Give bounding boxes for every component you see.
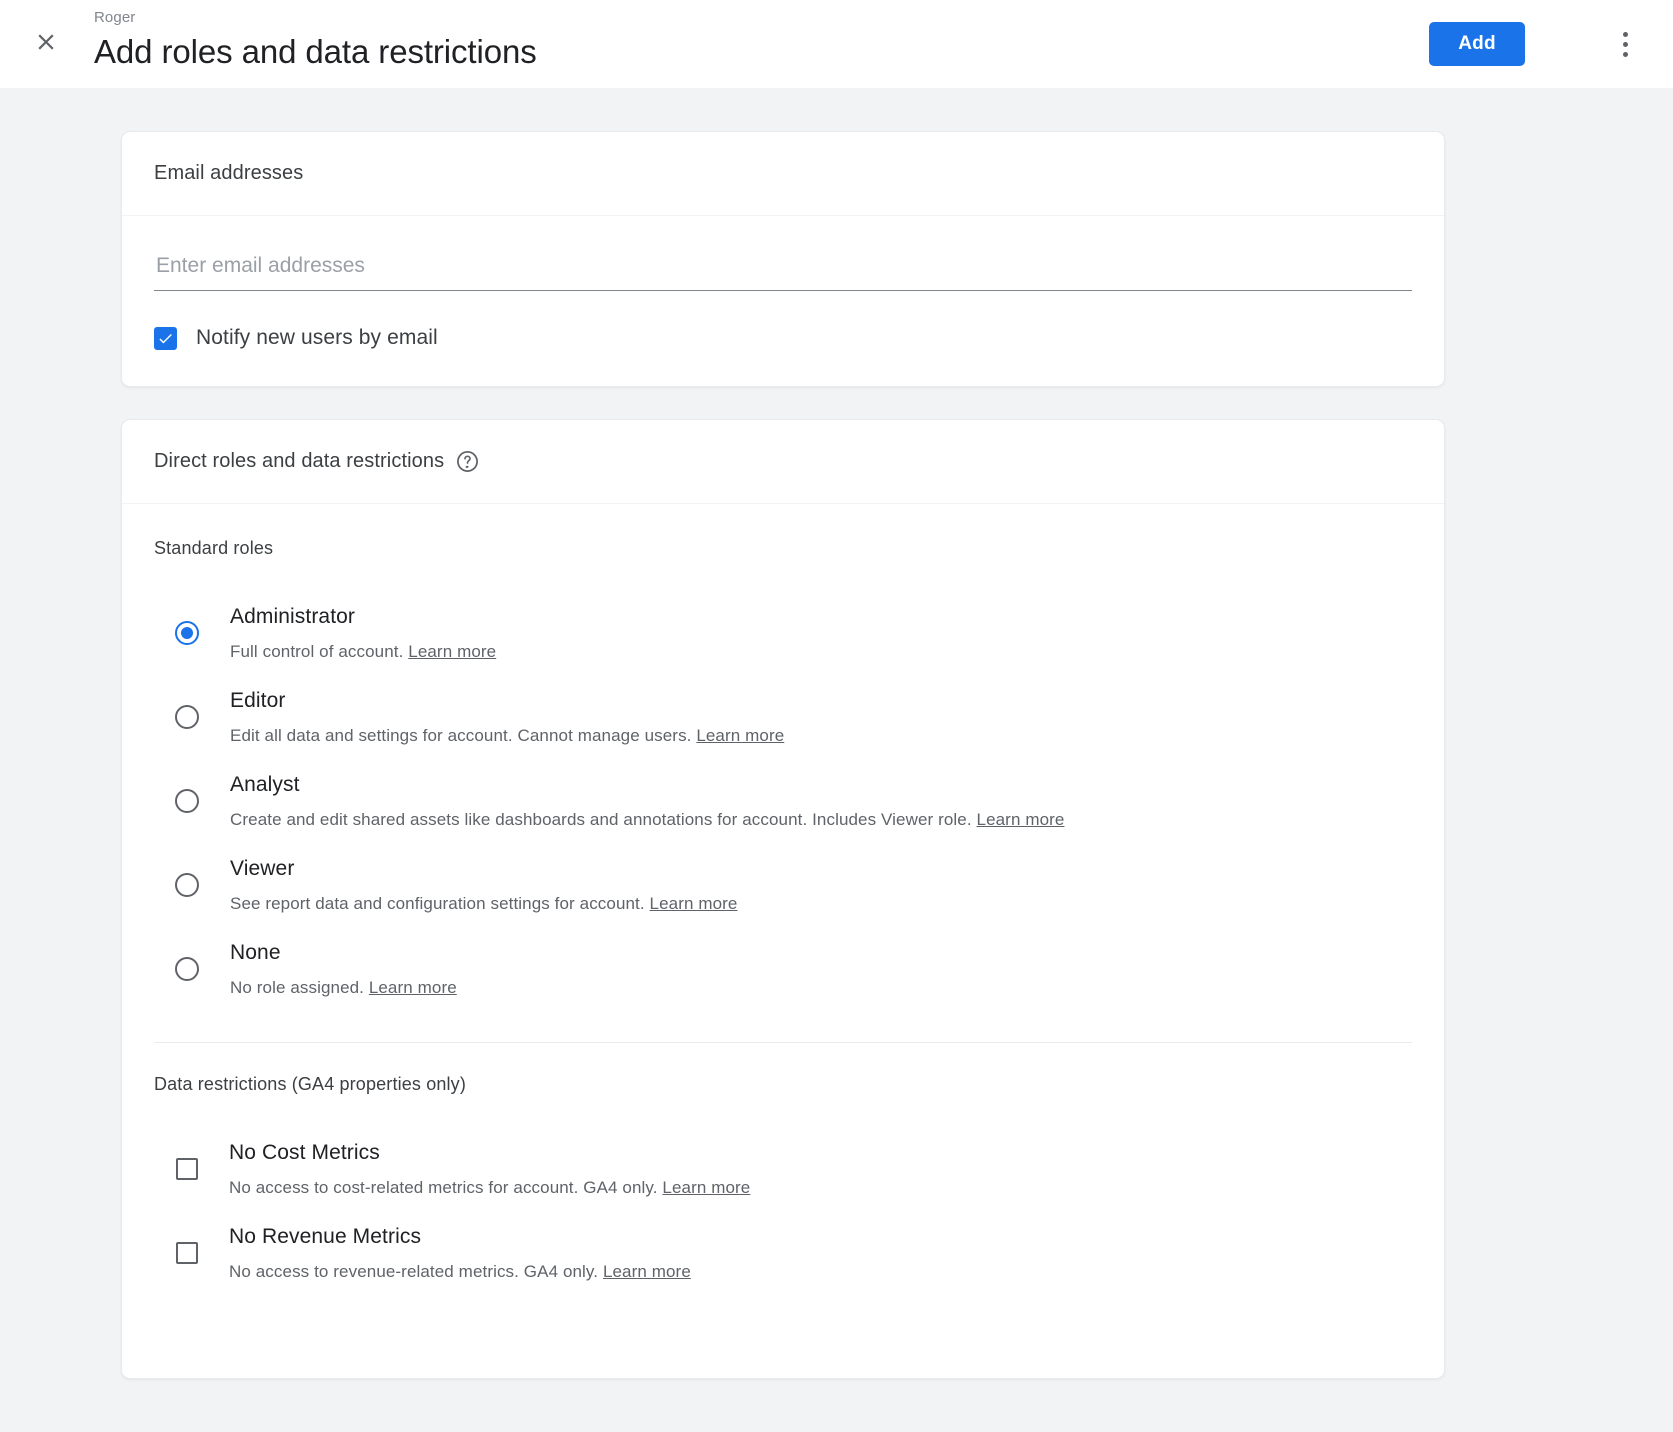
checkbox-no-cost-metrics[interactable] xyxy=(176,1158,198,1180)
learn-more-link[interactable]: Learn more xyxy=(603,1262,691,1281)
title-block: Roger Add roles and data restrictions xyxy=(94,8,537,73)
learn-more-link[interactable]: Learn more xyxy=(650,894,738,913)
roles-card-title: Direct roles and data restrictions xyxy=(154,450,445,472)
more-vert-icon xyxy=(1622,51,1628,57)
role-option-analyst[interactable]: Analyst Create and edit shared assets li… xyxy=(154,759,1412,843)
role-description: See report data and configuration settin… xyxy=(230,893,737,915)
data-restrictions-section: Data restrictions (GA4 properties only) … xyxy=(154,1074,1412,1295)
help-circle-icon[interactable] xyxy=(455,449,480,474)
standard-roles-label: Standard roles xyxy=(154,538,274,558)
notify-new-users-checkbox[interactable] xyxy=(154,326,177,350)
direct-roles-card: Direct roles and data restrictions Stand… xyxy=(121,419,1445,1379)
check-icon xyxy=(159,333,172,343)
restriction-title: No Cost Metrics xyxy=(229,1140,380,1164)
data-restrictions-label: Data restrictions (GA4 properties only) xyxy=(154,1074,466,1094)
close-button[interactable] xyxy=(24,20,68,64)
close-icon xyxy=(33,29,59,55)
role-option-administrator[interactable]: Administrator Full control of account. L… xyxy=(154,591,1412,675)
restriction-text-no-revenue-metrics: No Revenue Metrics No access to revenue-… xyxy=(229,1224,691,1283)
role-description: Full control of account. Learn more xyxy=(230,641,496,663)
role-description: Edit all data and settings for account. … xyxy=(230,725,784,747)
email-addresses-card: Email addresses Notify new users by emai… xyxy=(121,131,1445,387)
restriction-desc-text: No access to revenue-related metrics. GA… xyxy=(229,1261,599,1281)
restriction-description: No access to revenue-related metrics. GA… xyxy=(229,1261,691,1283)
role-desc-text: Edit all data and settings for account. … xyxy=(230,725,692,745)
radio-editor[interactable] xyxy=(175,705,199,729)
roles-card-body: Standard roles Administrator Full contro… xyxy=(122,504,1444,1295)
email-card-header: Email addresses xyxy=(122,132,1444,216)
radio-administrator[interactable] xyxy=(175,621,199,645)
restriction-option-no-revenue-metrics[interactable]: No Revenue Metrics No access to revenue-… xyxy=(154,1211,1412,1295)
role-title: Editor xyxy=(230,688,286,712)
add-roles-dialog: Roger Add roles and data restrictions Ad… xyxy=(0,0,1673,1432)
role-text-viewer: Viewer See report data and configuration… xyxy=(230,856,737,915)
role-option-none[interactable]: None No role assigned. Learn more xyxy=(154,927,1412,1011)
more-vert-icon xyxy=(1622,41,1628,47)
checkbox-no-revenue-metrics[interactable] xyxy=(176,1242,198,1264)
learn-more-link[interactable]: Learn more xyxy=(369,978,457,997)
restriction-title: No Revenue Metrics xyxy=(229,1224,422,1248)
learn-more-link[interactable]: Learn more xyxy=(696,726,784,745)
role-text-administrator: Administrator Full control of account. L… xyxy=(230,604,496,663)
email-card-body: Notify new users by email xyxy=(122,216,1444,350)
more-vert-icon xyxy=(1622,31,1628,37)
notify-new-users-label[interactable]: Notify new users by email xyxy=(196,326,438,350)
add-button[interactable]: Add xyxy=(1429,22,1525,66)
email-card-title: Email addresses xyxy=(154,162,304,184)
notify-new-users-row[interactable]: Notify new users by email xyxy=(154,326,1412,350)
learn-more-link[interactable]: Learn more xyxy=(662,1178,750,1197)
restriction-text-no-cost-metrics: No Cost Metrics No access to cost-relate… xyxy=(229,1140,750,1199)
restriction-desc-text: No access to cost-related metrics for ac… xyxy=(229,1177,658,1197)
role-desc-text: No role assigned. xyxy=(230,977,364,997)
email-input[interactable] xyxy=(154,254,1412,291)
radio-viewer[interactable] xyxy=(175,873,199,897)
dialog-header: Roger Add roles and data restrictions Ad… xyxy=(0,0,1673,88)
learn-more-link[interactable]: Learn more xyxy=(408,642,496,661)
radio-analyst[interactable] xyxy=(175,789,199,813)
role-text-none: None No role assigned. Learn more xyxy=(230,940,457,999)
role-description: No role assigned. Learn more xyxy=(230,977,457,999)
role-text-analyst: Analyst Create and edit shared assets li… xyxy=(230,772,1064,831)
restriction-option-no-cost-metrics[interactable]: No Cost Metrics No access to cost-relate… xyxy=(154,1127,1412,1211)
role-option-editor[interactable]: Editor Edit all data and settings for ac… xyxy=(154,675,1412,759)
page-title: Add roles and data restrictions xyxy=(94,33,537,70)
section-divider xyxy=(154,1042,1412,1043)
email-input-wrapper xyxy=(154,254,1412,291)
overflow-menu-button[interactable] xyxy=(1607,26,1643,62)
restriction-description: No access to cost-related metrics for ac… xyxy=(229,1177,750,1199)
learn-more-link[interactable]: Learn more xyxy=(977,810,1065,829)
role-desc-text: Full control of account. xyxy=(230,641,404,661)
role-title: None xyxy=(230,940,281,964)
account-name: Roger xyxy=(94,9,136,26)
roles-card-header: Direct roles and data restrictions xyxy=(122,420,1444,504)
role-title: Viewer xyxy=(230,856,295,880)
role-desc-text: See report data and configuration settin… xyxy=(230,893,645,913)
role-text-editor: Editor Edit all data and settings for ac… xyxy=(230,688,784,747)
role-option-viewer[interactable]: Viewer See report data and configuration… xyxy=(154,843,1412,927)
role-description: Create and edit shared assets like dashb… xyxy=(230,809,1064,831)
role-title: Analyst xyxy=(230,772,300,796)
radio-none[interactable] xyxy=(175,957,199,981)
role-desc-text: Create and edit shared assets like dashb… xyxy=(230,809,972,829)
role-title: Administrator xyxy=(230,604,356,628)
